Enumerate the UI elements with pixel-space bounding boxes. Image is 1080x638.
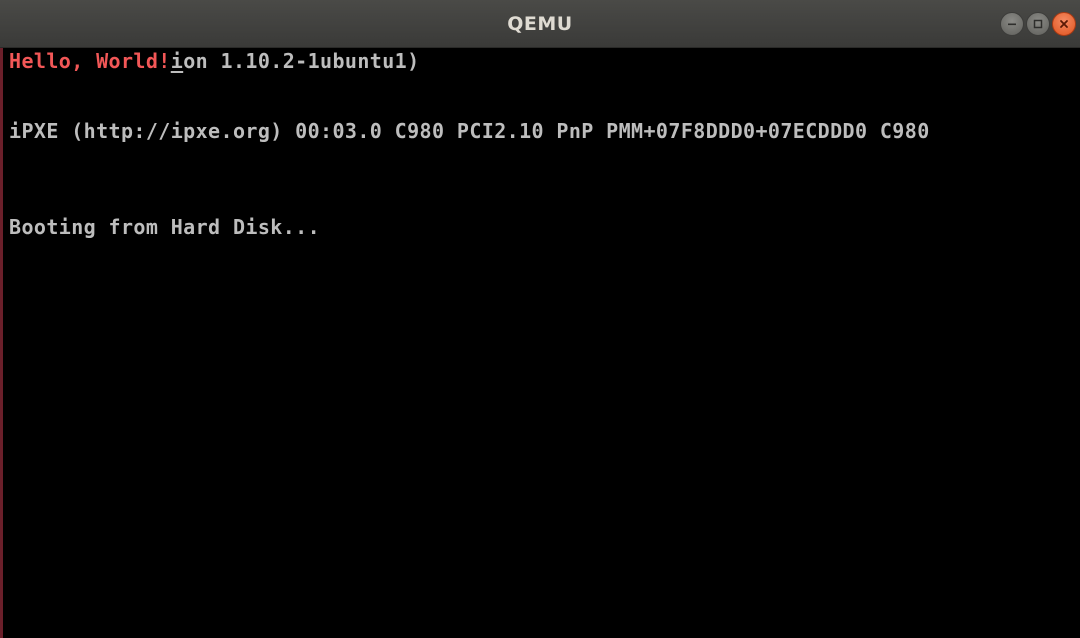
hello-world-text: Hello, World! <box>9 49 171 73</box>
text-cursor: i <box>170 49 184 73</box>
console-line-1: Hello, World!ion 1.10.2-1ubuntu1) <box>9 48 420 74</box>
console-line-ipxe: iPXE (http://ipxe.org) 00:03.0 C980 PCI2… <box>9 119 930 143</box>
window-controls <box>1000 12 1076 38</box>
title-bar[interactable]: QEMU <box>0 0 1080 48</box>
close-icon <box>1060 20 1068 28</box>
window-left-edge <box>0 0 3 638</box>
close-button[interactable] <box>1052 12 1076 36</box>
qemu-console[interactable]: Hello, World!ion 1.10.2-1ubuntu1) iPXE (… <box>9 48 1077 636</box>
minimize-button[interactable] <box>1000 12 1024 36</box>
maximize-button[interactable] <box>1026 12 1050 36</box>
qemu-window: QEMU Hello, World!ion 1.10.2-1ubuntu1) i… <box>0 0 1080 638</box>
minimize-icon <box>1008 23 1016 26</box>
maximize-icon <box>1033 19 1043 29</box>
console-line-booting: Booting from Hard Disk... <box>9 215 321 239</box>
window-title: QEMU <box>507 13 573 35</box>
seabios-version-fragment: on 1.10.2-1ubuntu1) <box>183 49 420 73</box>
